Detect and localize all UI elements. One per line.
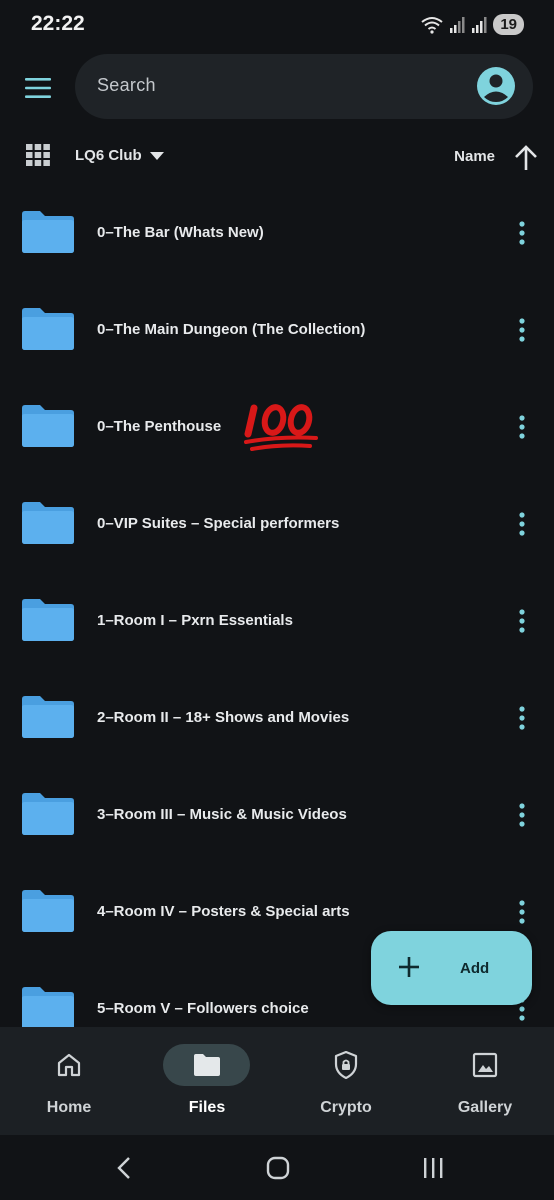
arrow-up-icon[interactable]	[510, 142, 542, 174]
search-placeholder: Search	[97, 75, 156, 95]
nav-gallery-pill	[441, 1044, 528, 1086]
folder-list: 0–The Bar (Whats New) 0–The Main Dungeon …	[0, 184, 554, 1057]
folder-row[interactable]: 0–VIP Suites – Special performers	[0, 475, 554, 572]
folder-name: 5–Room V – Followers choice	[97, 1000, 309, 1017]
nav-files[interactable]: Files	[138, 1027, 276, 1135]
folder-icon	[22, 890, 74, 932]
folder-name: 3–Room III – Music & Music Videos	[97, 806, 347, 823]
folder-name: 4–Room IV – Posters & Special arts	[97, 903, 350, 920]
folder-row[interactable]: 0–The Penthouse	[0, 378, 554, 475]
folder-icon	[22, 793, 74, 835]
dropdown-arrow-icon	[149, 151, 164, 160]
menu-icon	[25, 78, 51, 98]
more-options-icon[interactable]	[514, 414, 530, 440]
folder-row[interactable]: 0–The Bar (Whats New)	[0, 184, 554, 281]
folder-icon	[22, 599, 74, 641]
signal-icon-2	[472, 16, 487, 33]
folder-icon	[22, 696, 74, 738]
more-options-icon[interactable]	[514, 705, 530, 731]
status-time: 22:22	[31, 12, 85, 35]
more-options-icon[interactable]	[514, 802, 530, 828]
folder-icon	[22, 405, 74, 447]
hundred-points-emoji	[244, 404, 318, 451]
recents-icon[interactable]	[418, 1153, 448, 1183]
shield-lock-icon	[334, 1051, 357, 1079]
search-bar[interactable]: Search	[75, 54, 533, 119]
wifi-icon	[421, 16, 443, 34]
more-options-icon[interactable]	[514, 608, 530, 634]
nav-crypto-label: Crypto	[320, 1099, 372, 1116]
folder-name: 0–The Bar (Whats New)	[97, 224, 264, 241]
back-icon[interactable]	[110, 1153, 140, 1183]
nav-gallery-label: Gallery	[457, 1099, 513, 1116]
system-navigation-bar	[0, 1135, 554, 1200]
more-options-icon[interactable]	[514, 220, 530, 246]
folder-icon	[22, 502, 74, 544]
add-button-label: Add	[460, 960, 490, 977]
folder-name: 0–The Penthouse	[97, 418, 222, 435]
folder-row[interactable]: 0–The Main Dungeon (The Collection)	[0, 281, 554, 378]
more-options-icon[interactable]	[514, 317, 530, 343]
folder-row[interactable]: 2–Room II – 18+ Shows and Movies	[0, 669, 554, 766]
account-circle-icon[interactable]	[476, 66, 516, 106]
menu-button[interactable]	[20, 70, 56, 106]
files-toolbar: LQ6 Club Name	[0, 136, 554, 178]
status-bar: 22:22 19	[0, 0, 554, 50]
folder-icon	[22, 211, 74, 253]
bottom-navigation: Home Files Crypto Gallery	[0, 1027, 554, 1135]
sort-label[interactable]: Name	[454, 148, 495, 165]
nav-gallery[interactable]: Gallery	[416, 1027, 554, 1135]
nav-crypto-pill	[302, 1044, 389, 1086]
status-icons: 19	[421, 14, 524, 35]
folder-name: 1–Room I – Pxrn Essentials	[97, 612, 293, 629]
add-button[interactable]: Add	[371, 931, 532, 1005]
more-options-icon[interactable]	[514, 511, 530, 537]
signal-icon	[450, 16, 465, 33]
image-icon	[472, 1052, 497, 1078]
nav-files-pill	[163, 1044, 250, 1086]
folder-icon	[22, 987, 74, 1029]
location-label: LQ6 Club	[75, 147, 142, 164]
folder-name: 0–The Main Dungeon (The Collection)	[97, 321, 366, 338]
grid-view-icon[interactable]	[26, 144, 50, 166]
folder-icon	[22, 308, 74, 350]
folder-row[interactable]: 1–Room I – Pxrn Essentials	[0, 572, 554, 669]
folder-name: 2–Room II – 18+ Shows and Movies	[97, 709, 350, 726]
folder-name: 0–VIP Suites – Special performers	[97, 515, 340, 532]
nav-home-label: Home	[46, 1099, 92, 1116]
location-dropdown[interactable]: LQ6 Club	[75, 147, 164, 164]
nav-home[interactable]: Home	[0, 1027, 138, 1135]
folder-row[interactable]: 3–Room III – Music & Music Videos	[0, 766, 554, 863]
plus-icon	[399, 957, 419, 977]
home-icon	[57, 1053, 80, 1077]
nav-crypto[interactable]: Crypto	[277, 1027, 415, 1135]
battery-indicator: 19	[493, 14, 524, 35]
more-options-icon[interactable]	[514, 899, 530, 925]
nav-home-pill	[25, 1044, 112, 1086]
folder-icon	[193, 1054, 220, 1076]
home-circle-icon[interactable]	[263, 1153, 293, 1183]
nav-files-label: Files	[188, 1099, 226, 1116]
